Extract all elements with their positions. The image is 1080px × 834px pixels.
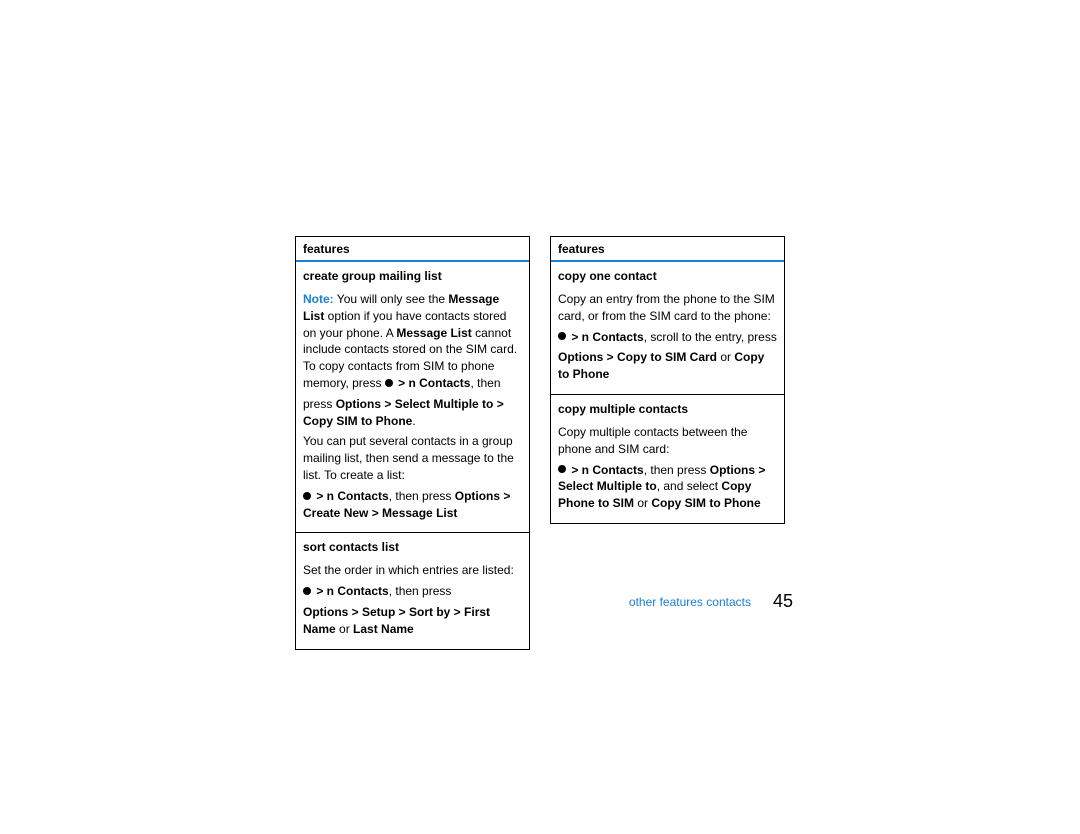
note-label: Note:: [303, 292, 334, 306]
text: or: [717, 350, 734, 364]
page-number: 45: [773, 591, 793, 612]
left-header: features: [296, 237, 529, 262]
text: You will only see the: [334, 292, 449, 306]
right-header: features: [551, 237, 784, 262]
nav-icon: [303, 492, 311, 500]
paragraph: Set the order in which entries are liste…: [303, 562, 522, 579]
bold-text: Message List: [396, 326, 471, 340]
text: , then press: [389, 489, 455, 503]
text: or: [634, 496, 651, 510]
paragraph: You can put several contacts in a group …: [303, 433, 522, 483]
two-column-layout: features create group mailing list Note:…: [295, 236, 793, 650]
page-footer: other features contacts 45: [629, 591, 793, 612]
text: , and select: [657, 479, 722, 493]
section-title: sort contacts list: [296, 533, 529, 558]
paragraph: Copy multiple contacts between the phone…: [558, 424, 777, 458]
text: , then press: [389, 584, 452, 598]
section-body: Copy an entry from the phone to the SIM …: [551, 291, 784, 394]
nav-path: > n Contacts: [568, 463, 644, 477]
footer-section-name: other features contacts: [629, 595, 751, 609]
section-title: copy multiple contacts: [551, 395, 784, 420]
right-column: features copy one contact Copy an entry …: [550, 236, 785, 524]
instruction-line: > n Contacts, then press Options > Creat…: [303, 488, 522, 522]
section-body: Copy multiple contacts between the phone…: [551, 424, 784, 523]
section-create-group: create group mailing list Note: You will…: [296, 262, 529, 533]
instruction-line: press Options > Select Multiple to > Cop…: [303, 396, 522, 430]
nav-path: > n Contacts: [313, 584, 389, 598]
instruction-line: > n Contacts, scroll to the entry, press: [558, 329, 777, 346]
bold-text: Copy SIM to Phone: [651, 496, 760, 510]
nav-icon: [558, 465, 566, 473]
bold-text: Options > Copy to SIM Card: [558, 350, 717, 364]
nav-path: > n Contacts: [313, 489, 389, 503]
text: , then press: [644, 463, 710, 477]
text: , then: [470, 376, 500, 390]
section-sort-contacts: sort contacts list Set the order in whic…: [296, 533, 529, 648]
note-paragraph: Note: You will only see the Message List…: [303, 291, 522, 392]
text: , scroll to the entry, press: [644, 330, 777, 344]
nav-path: > n Contacts: [395, 376, 471, 390]
page-content: features create group mailing list Note:…: [295, 236, 793, 650]
section-title: create group mailing list: [296, 262, 529, 287]
instruction-line: > n Contacts, then press Options > Selec…: [558, 462, 777, 512]
instruction-line: Options > Copy to SIM Card or Copy to Ph…: [558, 349, 777, 383]
paragraph: Copy an entry from the phone to the SIM …: [558, 291, 777, 325]
section-copy-one: copy one contact Copy an entry from the …: [551, 262, 784, 395]
bold-text: Last Name: [353, 622, 414, 636]
nav-icon: [303, 587, 311, 595]
section-copy-multiple: copy multiple contacts Copy multiple con…: [551, 395, 784, 523]
left-column: features create group mailing list Note:…: [295, 236, 530, 650]
text: or: [336, 622, 353, 636]
section-body: Set the order in which entries are liste…: [296, 562, 529, 648]
text: press: [303, 397, 336, 411]
nav-path: > n Contacts: [568, 330, 644, 344]
instruction-line: Options > Setup > Sort by > First Name o…: [303, 604, 522, 638]
section-body: Note: You will only see the Message List…: [296, 291, 529, 532]
section-title: copy one contact: [551, 262, 784, 287]
instruction-line: > n Contacts, then press: [303, 583, 522, 600]
nav-icon: [558, 332, 566, 340]
nav-icon: [385, 379, 393, 387]
text: .: [412, 414, 415, 428]
